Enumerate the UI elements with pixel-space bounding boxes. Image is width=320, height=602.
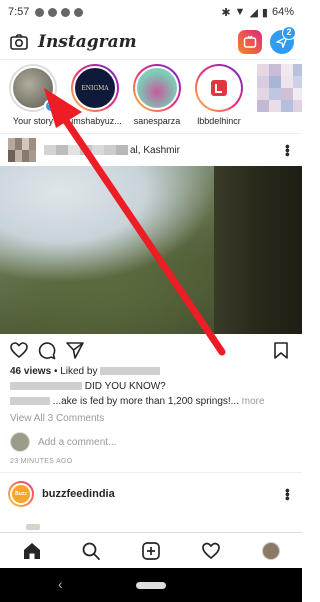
avatar — [10, 432, 30, 452]
avatar[interactable]: Buzz Feed — [8, 481, 34, 515]
post-timestamp: 23 MINUTES AGO — [10, 458, 73, 465]
battery-level: 64% — [271, 6, 294, 18]
post-actions — [0, 340, 302, 362]
liked-by-prefix: • Liked by — [53, 366, 98, 377]
avatar: ENIGMA — [73, 66, 117, 110]
new-post-icon[interactable] — [141, 541, 161, 561]
like-heart-icon[interactable] — [10, 342, 28, 358]
avatar — [262, 542, 280, 560]
story-label: lbbdelhincr — [197, 116, 241, 126]
signal-icon — [61, 7, 71, 17]
dm-badge: 2 — [282, 26, 296, 40]
username-blurred[interactable] — [44, 145, 128, 155]
lbb-logo-icon — [211, 80, 227, 96]
story-item[interactable]: ENIGMA umshabyuz... — [64, 64, 126, 126]
caption-username-blurred[interactable] — [10, 382, 82, 391]
caption-line: DID YOU KNOW? — [10, 381, 166, 392]
activity-heart-icon[interactable] — [201, 541, 221, 561]
add-comment-placeholder[interactable]: Add a comment... — [38, 437, 116, 448]
story-item[interactable]: lbbdelhincr — [188, 64, 250, 126]
more-options-icon[interactable]: ••• — [280, 144, 296, 156]
cell-signal-icon: ◢ — [249, 6, 258, 19]
save-bookmark-icon[interactable] — [274, 342, 288, 359]
share-icon[interactable] — [66, 342, 84, 359]
caption-text: DID YOU KNOW? — [84, 381, 166, 392]
avatar — [197, 66, 241, 110]
post-location[interactable]: al, Kashmir — [130, 145, 180, 156]
home-icon[interactable] — [22, 541, 42, 561]
story-item[interactable]: sanesparza — [126, 64, 188, 126]
home-pill[interactable] — [136, 582, 166, 589]
whatsapp-icon — [48, 7, 58, 17]
search-icon[interactable] — [81, 541, 101, 561]
story-label: sanesparza — [133, 116, 181, 126]
post-username[interactable]: buzzfeedindia — [42, 488, 115, 500]
instagram-logo: Instagram — [38, 31, 137, 52]
avatar-text: Buzz Feed — [10, 483, 32, 515]
caption-line: ...ake is fed by more than 1,200 springs… — [10, 396, 294, 407]
views-count[interactable]: 46 views — [10, 366, 51, 377]
add-comment-row[interactable]: Add a comment... — [10, 431, 116, 453]
camera-icon[interactable] — [10, 33, 28, 50]
stories-tray: + Your story ENIGMA umshabyuz... sanespa… — [0, 62, 302, 134]
view-all-comments-link[interactable]: View All 3 Comments — [10, 413, 104, 424]
avatar[interactable] — [8, 138, 36, 162]
direct-message-button[interactable]: 2 — [270, 26, 296, 54]
status-time: 7:57 — [8, 6, 30, 18]
add-story-icon[interactable]: + — [44, 99, 58, 113]
comment-icon[interactable] — [38, 342, 56, 360]
post-image[interactable] — [0, 166, 302, 334]
views-line: 46 views • Liked by — [10, 366, 161, 377]
next-post-peek — [0, 524, 302, 532]
back-icon[interactable]: ‹ — [58, 576, 63, 592]
wifi-icon: ▼ — [234, 6, 246, 18]
status-bar: 7:57 ✱ ▼ ◢ ▮ 64% — [0, 0, 302, 24]
avatar — [257, 64, 302, 112]
bluetooth-icon: ✱ — [221, 6, 231, 19]
story-item[interactable] — [250, 64, 302, 116]
story-label: umshabyuz... — [68, 116, 122, 126]
app-icon — [74, 7, 84, 17]
story-your-story[interactable]: + Your story — [2, 64, 64, 126]
caption-more-link[interactable]: more — [242, 396, 265, 407]
avatar — [135, 66, 179, 110]
igtv-icon — [243, 35, 257, 48]
profile-tab[interactable] — [262, 542, 282, 562]
next-post-header: Buzz Feed buzzfeedindia ••• — [8, 480, 296, 515]
avatar-text: ENIGMA — [81, 84, 109, 92]
liked-by-blurred[interactable] — [100, 367, 161, 376]
igtv-button[interactable] — [238, 30, 262, 54]
story-label: Your story — [12, 116, 54, 126]
caption-text: ...ake is fed by more than 1,200 springs… — [52, 396, 239, 407]
top-bar: Instagram 2 — [0, 24, 302, 60]
post-header: al, Kashmir ••• — [0, 137, 302, 163]
android-nav-bar: ‹ — [0, 568, 302, 602]
bottom-nav — [0, 532, 302, 568]
message-icon — [35, 7, 45, 17]
battery-icon: ▮ — [261, 6, 268, 19]
more-options-icon[interactable]: ••• — [280, 488, 296, 500]
